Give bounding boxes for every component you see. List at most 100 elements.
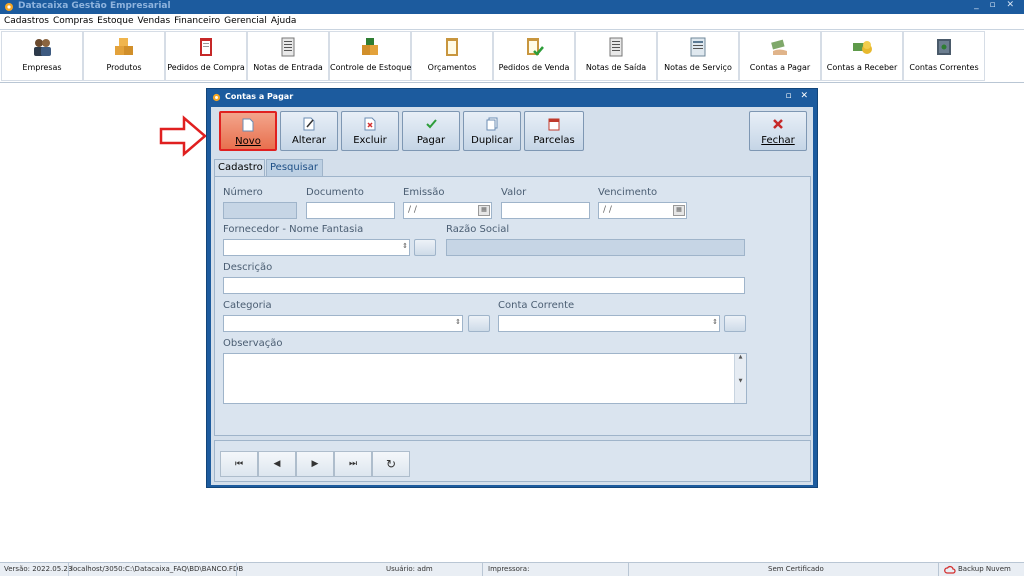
menu-vendas[interactable]: Vendas	[134, 14, 171, 26]
delete-document-icon	[364, 117, 376, 131]
checkmark-icon	[426, 119, 437, 129]
contas-a-pagar-window: Contas a Pagar ▫ ✕ Novo Alterar Excluir …	[206, 88, 818, 488]
boxes-icon	[115, 38, 133, 55]
toolbar-notas-saida[interactable]: Notas de Saída	[575, 31, 657, 81]
conta-corrente-search-button[interactable]	[724, 315, 746, 332]
quote-clipboard-icon	[446, 38, 458, 56]
menu-bar: Cadastros Compras Estoque Vendas Financeiro G…	[0, 14, 1024, 30]
tab-cadastro[interactable]: Cadastro	[214, 159, 265, 176]
categoria-label: Categoria	[223, 300, 272, 311]
fornecedor-combo[interactable]: ⇕	[223, 239, 410, 256]
tab-pesquisar[interactable]: Pesquisar	[266, 159, 323, 176]
window-body: Novo Alterar Excluir Pagar Duplicar Parc…	[211, 107, 813, 485]
parcelas-label: Parcelas	[533, 135, 575, 146]
record-navigator: ⏮ ◀ ▶ ⏭ ↻	[214, 440, 811, 482]
categoria-search-button[interactable]	[468, 315, 490, 332]
toolbar-label: Contas a Receber	[826, 63, 898, 72]
app-title: Datacaixa Gestão Empresarial	[18, 1, 171, 11]
toolbar-notas-servico[interactable]: Notas de Serviço	[657, 31, 739, 81]
descricao-field[interactable]	[223, 277, 745, 294]
window-controls[interactable]: _ ▫ ✕	[974, 0, 1018, 10]
refresh-button[interactable]: ↻	[372, 451, 410, 477]
alterar-button[interactable]: Alterar	[280, 111, 338, 151]
emissao-field[interactable]: / / ▦	[403, 202, 492, 219]
cadastro-panel: Número Documento Emissão / / ▦ Valor Ven…	[214, 176, 811, 436]
razao-social-label: Razão Social	[446, 224, 510, 235]
toolbar-label: Pedidos de Venda	[498, 63, 570, 72]
toolbar-contas-pagar[interactable]: Contas a Pagar	[739, 31, 821, 81]
close-x-icon	[773, 119, 783, 129]
excluir-button[interactable]: Excluir	[341, 111, 399, 151]
status-bar: Versão: 2022.05.23 localhost/3050:C:\Dat…	[0, 562, 1024, 576]
menu-financeiro[interactable]: Financeiro	[170, 14, 220, 26]
menu-estoque[interactable]: Estoque	[93, 14, 133, 26]
toolbar-label: Contas a Pagar	[749, 63, 811, 72]
vencimento-field[interactable]: / / ▦	[598, 202, 687, 219]
spinner-icon[interactable]: ⇕	[712, 318, 718, 326]
new-document-icon	[242, 118, 254, 132]
observacao-textarea[interactable]: ▲ ▼	[223, 353, 747, 404]
valor-field[interactable]	[501, 202, 590, 219]
toolbar-label: Notas de Entrada	[253, 63, 323, 72]
parcelas-button[interactable]: Parcelas	[524, 111, 584, 151]
window-title: Contas a Pagar	[225, 92, 294, 101]
toolbar-produtos[interactable]: Produtos	[83, 31, 165, 81]
menu-cadastros[interactable]: Cadastros	[0, 14, 49, 26]
menu-gerencial[interactable]: Gerencial	[220, 14, 267, 26]
fornecedor-label: Fornecedor - Nome Fantasia	[223, 224, 364, 235]
valor-label: Valor	[501, 187, 527, 198]
documento-field[interactable]	[306, 202, 395, 219]
pagar-button[interactable]: Pagar	[402, 111, 460, 151]
menu-ajuda[interactable]: Ajuda	[267, 14, 297, 26]
toolbar-pedidos-venda[interactable]: Pedidos de Venda	[493, 31, 575, 81]
novo-button[interactable]: Novo	[219, 111, 277, 151]
vencimento-label: Vencimento	[598, 187, 658, 198]
duplicar-label: Duplicar	[471, 135, 513, 146]
numero-field	[223, 202, 297, 219]
spinner-icon[interactable]: ⇕	[455, 318, 461, 326]
conta-corrente-combo[interactable]: ⇕	[498, 315, 720, 332]
next-record-button[interactable]: ▶	[296, 451, 334, 477]
status-version: Versão: 2022.05.23	[4, 565, 73, 573]
categoria-combo[interactable]: ⇕	[223, 315, 463, 332]
toolbar-notas-entrada[interactable]: Notas de Entrada	[247, 31, 329, 81]
fechar-button[interactable]: Fechar	[749, 111, 807, 151]
prev-record-button[interactable]: ◀	[258, 451, 296, 477]
toolbar-controle-estoque[interactable]: Controle de Estoque	[329, 31, 411, 81]
toolbar-contas-correntes[interactable]: Contas Correntes	[903, 31, 985, 81]
service-note-icon	[690, 37, 706, 57]
calendar-icon	[548, 118, 560, 131]
window-logo-icon	[212, 93, 221, 102]
duplicar-button[interactable]: Duplicar	[463, 111, 521, 151]
status-certificate: Sem Certificado	[768, 565, 824, 573]
emissao-value: / /	[408, 205, 417, 215]
sales-order-icon	[527, 38, 544, 56]
vencimento-value: / /	[603, 205, 612, 215]
alterar-label: Alterar	[291, 135, 327, 146]
note-entry-icon	[281, 37, 295, 57]
window-controls[interactable]: ▫ ✕	[785, 91, 811, 101]
stock-boxes-icon	[362, 38, 378, 55]
calendar-picker-icon[interactable]: ▦	[673, 205, 685, 216]
note-exit-icon	[609, 37, 623, 57]
fornecedor-search-button[interactable]	[414, 239, 436, 256]
calendar-picker-icon[interactable]: ▦	[478, 205, 490, 216]
window-title-bar: Contas a Pagar ▫ ✕	[207, 89, 817, 107]
first-record-button[interactable]: ⏮	[220, 451, 258, 477]
toolbar-empresas[interactable]: Empresas	[1, 31, 83, 81]
observacao-scrollbar[interactable]: ▲ ▼	[734, 354, 746, 403]
toolbar-label: Empresas	[22, 63, 62, 72]
red-arrow-annotation	[159, 115, 207, 157]
toolbar-pedidos-compra[interactable]: Pedidos de Compra	[165, 31, 247, 81]
spinner-icon[interactable]: ⇕	[402, 242, 408, 250]
duplicate-icon	[486, 117, 498, 131]
toolbar-label: Contas Correntes	[909, 63, 979, 72]
toolbar-orcamentos[interactable]: Orçamentos	[411, 31, 493, 81]
status-backup[interactable]: Backup Nuvem	[958, 565, 1011, 573]
pay-hand-icon	[771, 39, 787, 55]
menu-compras[interactable]: Compras	[49, 14, 93, 26]
toolbar-contas-receber[interactable]: Contas a Receber	[821, 31, 903, 81]
status-database: localhost/3050:C:\Datacaixa_FAQ\BD\BANCO…	[71, 565, 244, 573]
cloud-backup-icon	[944, 565, 956, 574]
last-record-button[interactable]: ⏭	[334, 451, 372, 477]
